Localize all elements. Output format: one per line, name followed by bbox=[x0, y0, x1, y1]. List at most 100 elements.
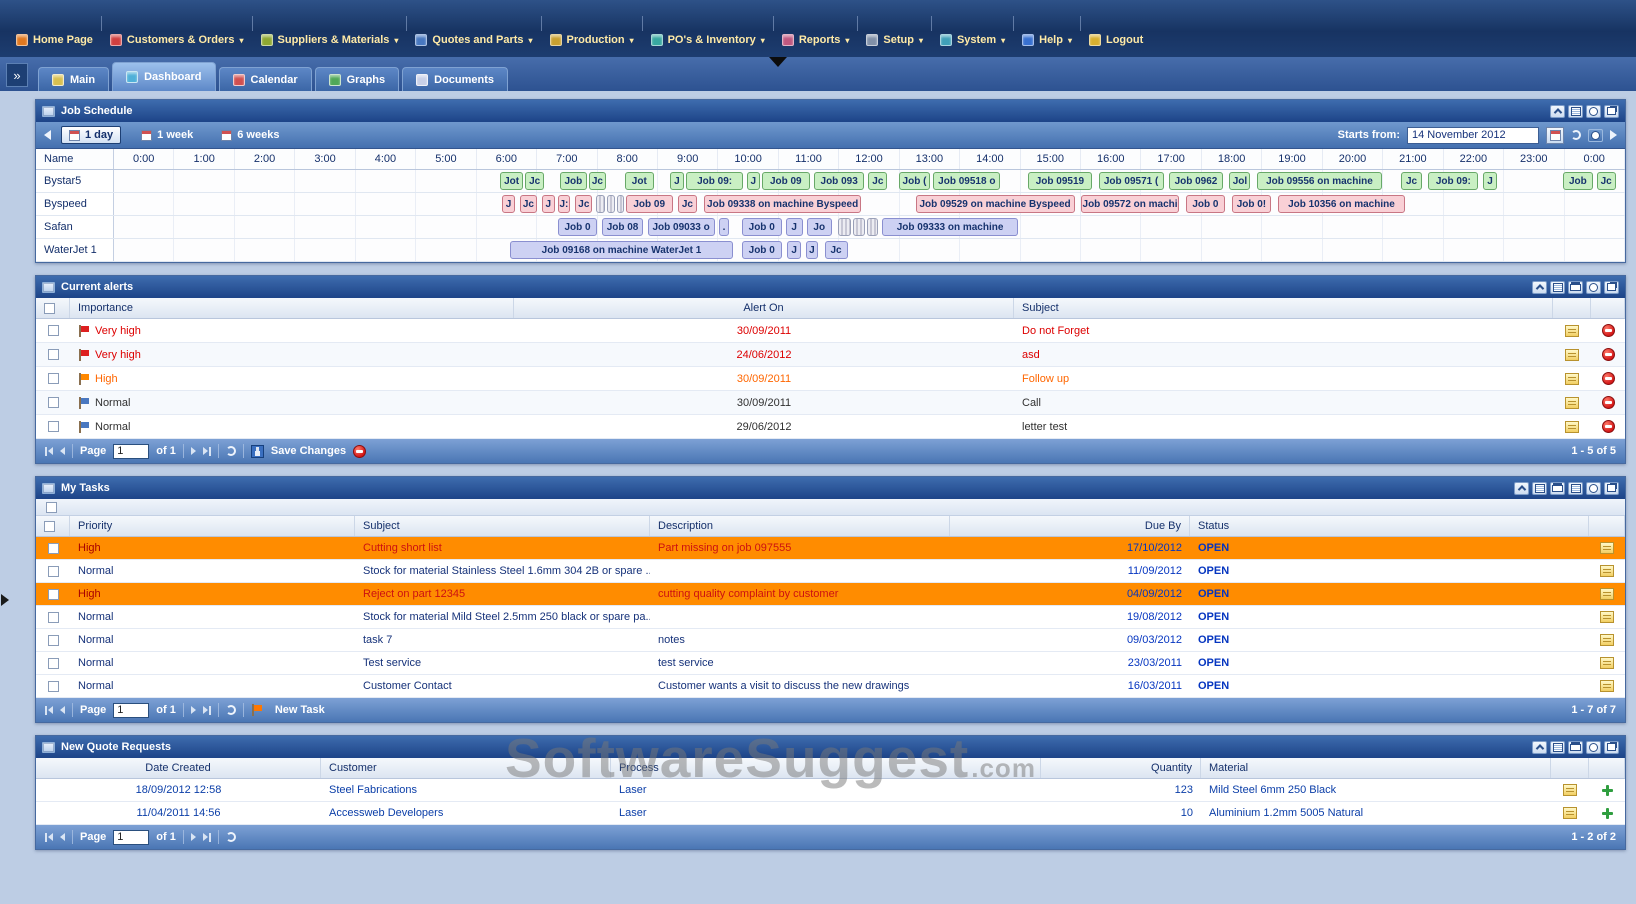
edit-note-icon[interactable] bbox=[1565, 373, 1579, 385]
job-bar[interactable]: Jc bbox=[575, 195, 592, 213]
task-row[interactable]: NormalTest servicetest service23/03/2011… bbox=[36, 652, 1625, 675]
job-bar[interactable]: Job 08 bbox=[602, 218, 644, 236]
job-bar[interactable]: Jc bbox=[1401, 172, 1422, 190]
job-bar[interactable]: Job 09333 on machine bbox=[882, 218, 1018, 236]
delete-alert-icon[interactable] bbox=[1602, 420, 1615, 433]
prev-page-button[interactable] bbox=[60, 706, 65, 714]
popout-icon[interactable] bbox=[1604, 281, 1619, 294]
job-bar[interactable] bbox=[607, 195, 615, 213]
column-header-process[interactable]: Process bbox=[611, 758, 1041, 778]
clock-icon[interactable] bbox=[1588, 129, 1603, 142]
tab-graphs[interactable]: Graphs bbox=[315, 67, 400, 91]
accept-quote-icon[interactable] bbox=[1601, 784, 1614, 797]
job-bar[interactable]: Job 09572 on machi bbox=[1081, 195, 1179, 213]
job-bar[interactable] bbox=[867, 218, 877, 236]
sidebar-expand-button[interactable]: » bbox=[6, 63, 28, 87]
print-icon[interactable] bbox=[1568, 741, 1583, 754]
job-bar[interactable]: Job 0 bbox=[558, 218, 598, 236]
column-header-alert-on[interactable]: Alert On bbox=[514, 298, 1014, 318]
first-page-button[interactable] bbox=[45, 447, 53, 456]
job-bar[interactable]: J bbox=[747, 172, 760, 190]
view-1-day-button[interactable]: 1 day bbox=[61, 126, 121, 144]
job-bar[interactable]: Jc bbox=[868, 172, 887, 190]
popout-icon[interactable] bbox=[1604, 741, 1619, 754]
menu-item-home-page[interactable]: Home Page bbox=[8, 32, 101, 48]
top-collapse-handle[interactable] bbox=[769, 57, 787, 67]
alert-row[interactable]: Very high24/06/2012asd bbox=[36, 343, 1625, 367]
job-bar[interactable] bbox=[853, 218, 866, 236]
starts-from-input[interactable] bbox=[1407, 127, 1539, 144]
header-checkbox[interactable] bbox=[44, 521, 55, 532]
job-bar[interactable]: . bbox=[719, 218, 729, 236]
menu-item-customers-orders[interactable]: Customers & Orders▾ bbox=[102, 32, 252, 48]
row-checkbox[interactable] bbox=[48, 373, 59, 384]
column-header-blank[interactable] bbox=[36, 298, 70, 318]
scroll-left-button[interactable] bbox=[44, 130, 51, 140]
job-bar[interactable]: Job 09518 o bbox=[933, 172, 1000, 190]
print-icon[interactable] bbox=[1550, 482, 1565, 495]
page-input[interactable] bbox=[113, 830, 149, 845]
refresh-icon[interactable] bbox=[1571, 130, 1581, 140]
refresh-icon[interactable] bbox=[226, 832, 236, 842]
alert-row[interactable]: High30/09/2011Follow up bbox=[36, 367, 1625, 391]
task-row[interactable]: HighCutting short listPart missing on jo… bbox=[36, 537, 1625, 560]
next-page-button[interactable] bbox=[191, 447, 196, 455]
job-bar[interactable]: Jc bbox=[520, 195, 537, 213]
job-bar[interactable]: Job 0962 bbox=[1169, 172, 1223, 190]
job-bar[interactable]: J bbox=[670, 172, 685, 190]
menu-item-po-s-inventory[interactable]: PO's & Inventory▾ bbox=[643, 32, 773, 48]
next-page-button[interactable] bbox=[191, 706, 196, 714]
page-input[interactable] bbox=[113, 703, 149, 718]
clock-icon[interactable] bbox=[1586, 281, 1601, 294]
page-input[interactable] bbox=[113, 444, 149, 459]
job-bar[interactable]: Jo bbox=[807, 218, 832, 236]
alert-row[interactable]: Normal29/06/2012letter test bbox=[36, 415, 1625, 439]
save-changes-button[interactable]: Save Changes bbox=[271, 445, 346, 457]
row-checkbox[interactable] bbox=[48, 635, 59, 646]
menu-item-help[interactable]: Help▾ bbox=[1014, 32, 1080, 48]
alert-row[interactable]: Very high30/09/2011Do not Forget bbox=[36, 319, 1625, 343]
clock-icon[interactable] bbox=[1586, 105, 1601, 118]
scroll-right-button[interactable] bbox=[1610, 130, 1617, 140]
edit-note-icon[interactable] bbox=[1565, 397, 1579, 409]
delete-alert-icon[interactable] bbox=[1602, 396, 1615, 409]
job-bar[interactable]: Job bbox=[1563, 172, 1592, 190]
task-row[interactable]: NormalCustomer ContactCustomer wants a v… bbox=[36, 675, 1625, 698]
view-6-weeks-button[interactable]: 6 weeks bbox=[213, 126, 287, 144]
job-bar[interactable]: Jol bbox=[1229, 172, 1250, 190]
job-bar[interactable]: Job ( bbox=[899, 172, 930, 190]
task-row[interactable]: HighReject on part 12345cutting quality … bbox=[36, 583, 1625, 606]
layout-icon[interactable] bbox=[1550, 281, 1565, 294]
first-page-button[interactable] bbox=[45, 706, 53, 715]
collapse-icon[interactable] bbox=[1514, 482, 1529, 495]
collapse-icon[interactable] bbox=[1532, 741, 1547, 754]
edit-task-icon[interactable] bbox=[1600, 565, 1614, 577]
edit-task-icon[interactable] bbox=[1600, 657, 1614, 669]
deny-icon[interactable] bbox=[353, 445, 366, 458]
column-header-status[interactable]: Status bbox=[1190, 516, 1589, 536]
layout-icon[interactable] bbox=[1532, 482, 1547, 495]
job-bar[interactable]: Jc bbox=[1597, 172, 1616, 190]
job-bar[interactable]: J bbox=[502, 195, 515, 213]
job-bar[interactable]: J bbox=[786, 218, 803, 236]
job-bar[interactable]: Job 09338 on machine Byspeed bbox=[704, 195, 861, 213]
row-checkbox[interactable] bbox=[48, 543, 59, 554]
menu-item-setup[interactable]: Setup▾ bbox=[858, 32, 931, 48]
task-row[interactable]: NormalStock for material Mild Steel 2.5m… bbox=[36, 606, 1625, 629]
job-bar[interactable]: Jc bbox=[825, 241, 848, 259]
column-header-blank[interactable] bbox=[1589, 516, 1625, 536]
job-bar[interactable]: Job 09: bbox=[686, 172, 743, 190]
tab-dashboard[interactable]: Dashboard bbox=[112, 62, 215, 91]
job-bar[interactable]: Jc bbox=[678, 195, 697, 213]
task-row[interactable]: Normaltask 7notes09/03/2012OPEN bbox=[36, 629, 1625, 652]
row-checkbox[interactable] bbox=[48, 658, 59, 669]
job-bar[interactable]: Job 09033 o bbox=[648, 218, 715, 236]
edit-quote-icon[interactable] bbox=[1563, 807, 1577, 819]
tab-main[interactable]: Main bbox=[38, 67, 109, 91]
tab-calendar[interactable]: Calendar bbox=[219, 67, 312, 91]
column-header-blank[interactable] bbox=[1553, 298, 1591, 318]
column-header-importance[interactable]: Importance bbox=[70, 298, 514, 318]
clock-icon[interactable] bbox=[1586, 741, 1601, 754]
job-bar[interactable]: Jot bbox=[500, 172, 523, 190]
last-page-button[interactable] bbox=[203, 706, 211, 715]
